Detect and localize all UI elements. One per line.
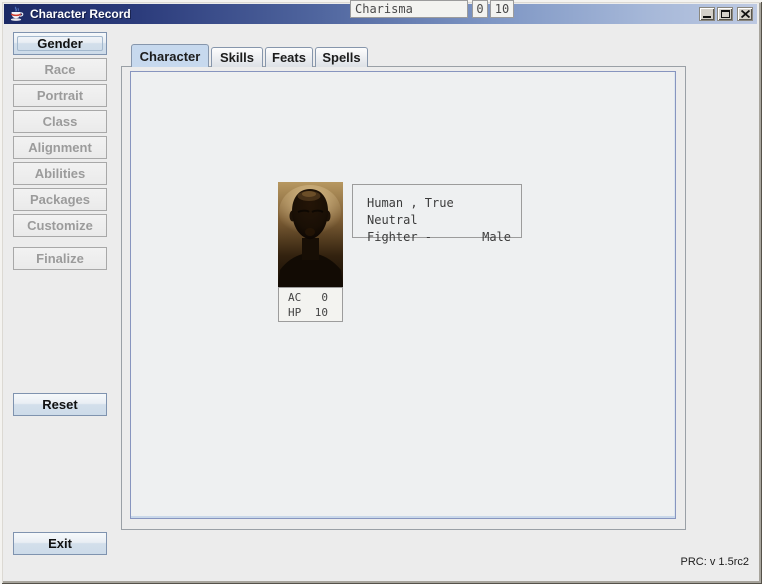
java-coffee-cup-icon [8,6,24,22]
summary-class: Fighter - [367,229,432,246]
tab-character[interactable]: Character [131,44,209,67]
close-icon [741,10,750,18]
ac-line: AC 0 [279,290,342,305]
summary-race-alignment: Human , True Neutral [367,195,511,229]
summary-class-gender: Fighter - Male [367,229,511,246]
hp-value: 10 [310,305,328,320]
sidebar-button-class[interactable]: Class [13,110,107,133]
sidebar-button-packages[interactable]: Packages [13,188,107,211]
character-summary-box: Human , True Neutral Fighter - Male [352,184,522,238]
character-record-window: Character Record Gender Race Portrait Cl… [0,0,762,584]
minimize-button[interactable] [699,7,715,21]
reset-button[interactable]: Reset [13,393,107,416]
ability-name: Charisma [350,0,468,18]
tab-skills[interactable]: Skills [211,47,263,67]
minimize-icon [703,16,711,18]
sidebar-button-customize[interactable]: Customize [13,214,107,237]
ability-score: 10 [490,0,514,18]
sidebar-button-alignment[interactable]: Alignment [13,136,107,159]
sidebar-button-gender[interactable]: Gender [13,32,107,55]
ac-value: 0 [310,290,328,305]
version-label: PRC: v 1.5rc2 [681,556,749,568]
character-portrait [278,182,343,287]
hp-label: HP [288,305,310,320]
tab-bar: Character Skills Feats Spells [131,44,370,67]
tab-feats[interactable]: Feats [265,47,313,67]
summary-gender: Male [482,229,511,246]
close-button[interactable] [737,7,753,21]
character-summary-panel [130,71,676,519]
sidebar: Gender Race Portrait Class Alignment Abi… [13,32,107,273]
sidebar-button-abilities[interactable]: Abilities [13,162,107,185]
maximize-button[interactable] [717,7,733,21]
exit-button[interactable]: Exit [13,532,107,555]
hp-line: HP 10 [279,305,342,320]
tab-spells[interactable]: Spells [315,47,368,67]
sidebar-button-portrait[interactable]: Portrait [13,84,107,107]
window-controls [699,7,753,21]
sidebar-button-race[interactable]: Race [13,58,107,81]
ac-label: AC [288,290,310,305]
combat-stats-box: AC 0 HP 10 [278,287,343,322]
ability-row-charisma: Charisma 0 10 [350,0,520,18]
ability-mod: 0 [472,0,488,18]
sidebar-button-finalize[interactable]: Finalize [13,247,107,270]
maximize-icon [721,10,730,18]
